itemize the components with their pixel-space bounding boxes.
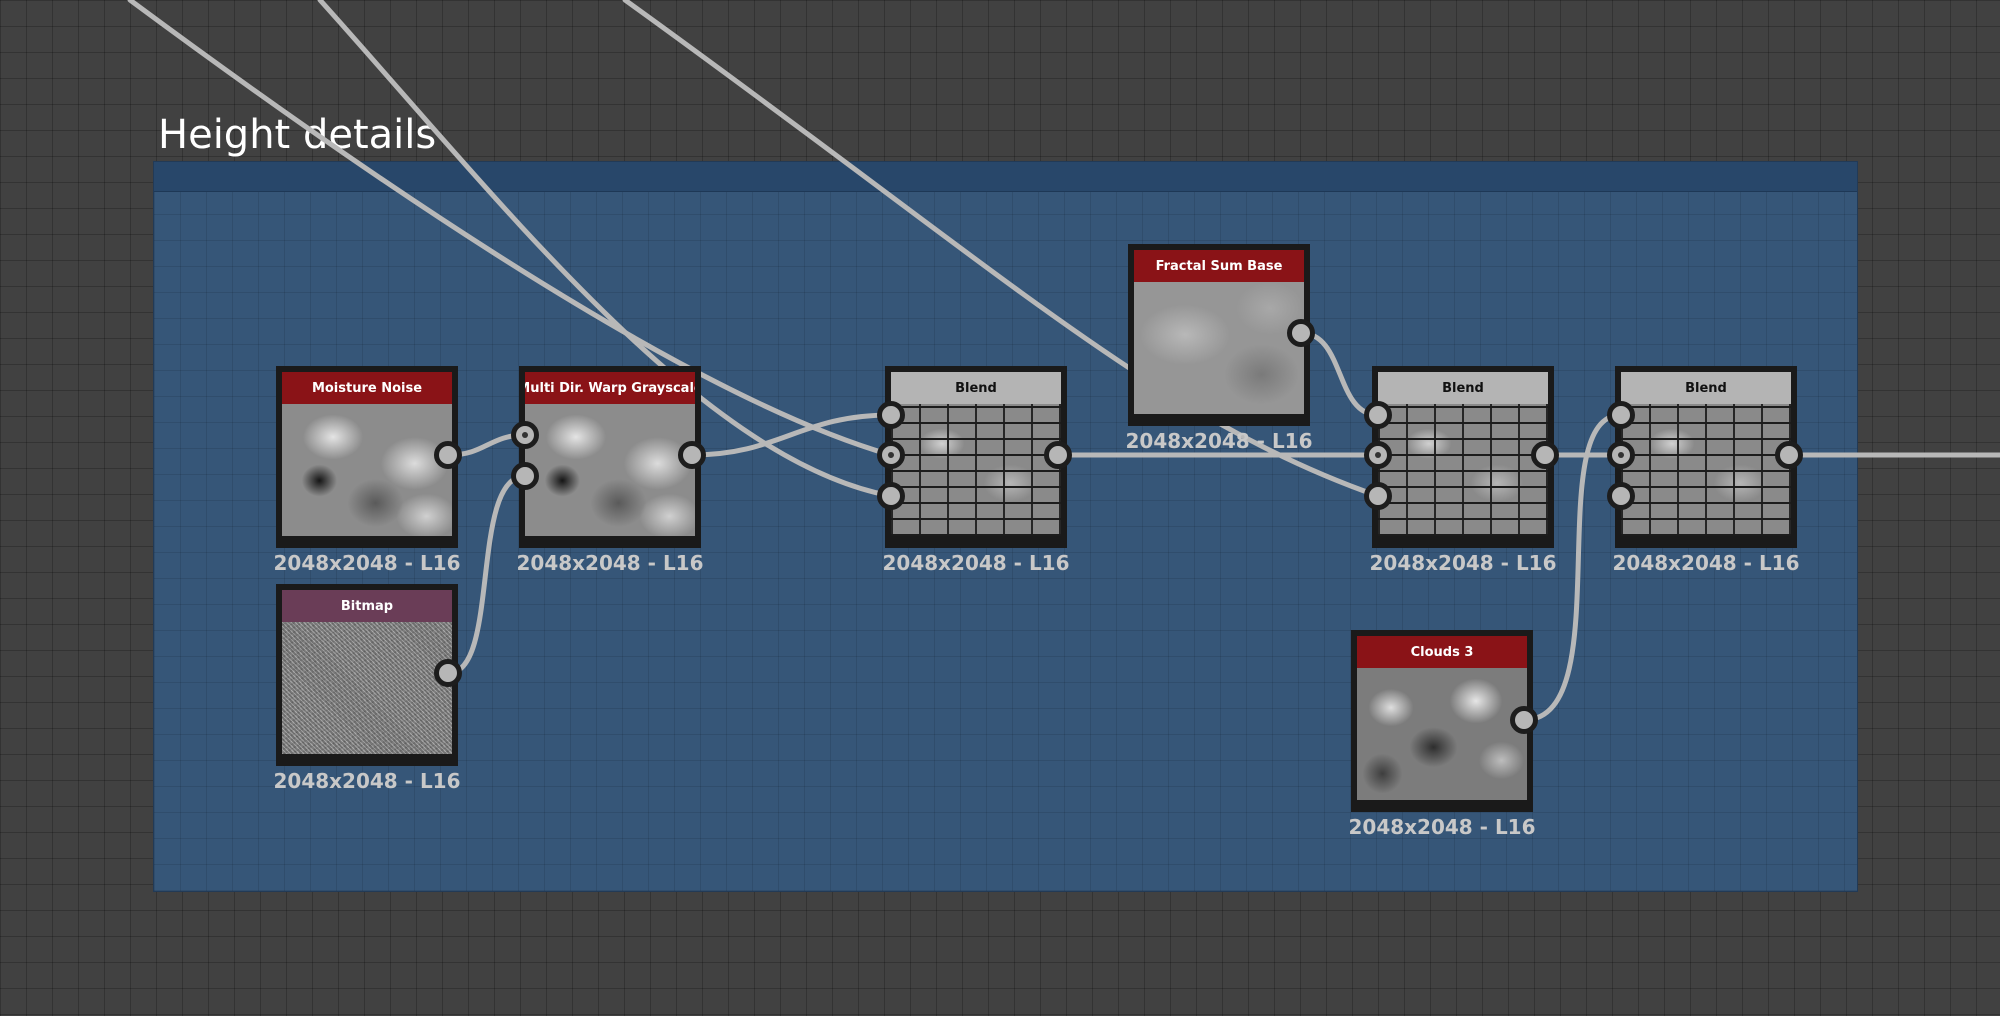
node-resolution: 2048x2048 - L16 xyxy=(1369,551,1557,575)
node-multi-dir-warp-grayscale[interactable]: Multi Dir. Warp Grayscale 2048x2048 - L1… xyxy=(511,366,706,575)
output-port[interactable] xyxy=(1510,706,1538,734)
node-blend-2[interactable]: Blend 2048x2048 - L16 xyxy=(1364,366,1559,575)
node-clouds-3[interactable]: Clouds 3 2048x2048 - L16 xyxy=(1348,630,1538,839)
node-thumbnail xyxy=(891,404,1061,536)
input-port-background[interactable] xyxy=(1364,441,1392,469)
node-blend-3[interactable]: Blend 2048x2048 - L16 xyxy=(1607,366,1803,575)
wire-external-1[interactable] xyxy=(127,0,894,458)
node-title: Clouds 3 xyxy=(1357,636,1527,668)
output-port[interactable] xyxy=(1775,441,1803,469)
node-blend-1[interactable]: Blend 2048x2048 - L16 xyxy=(877,366,1072,575)
node-thumbnail xyxy=(282,622,452,754)
output-port[interactable] xyxy=(678,441,706,469)
node-resolution: 2048x2048 - L16 xyxy=(273,769,461,793)
wire-fractal-to-blend2[interactable] xyxy=(1298,330,1381,418)
input-port-background[interactable] xyxy=(877,441,905,469)
node-title: Blend xyxy=(891,372,1061,404)
input-port-mask[interactable] xyxy=(877,482,905,510)
output-port[interactable] xyxy=(434,441,462,469)
output-port[interactable] xyxy=(1287,319,1315,347)
node-bitmap[interactable]: Bitmap 2048x2048 - L16 xyxy=(273,584,462,793)
node-thumbnail xyxy=(525,404,695,536)
node-moisture-noise[interactable]: Moisture Noise 2048x2048 - L16 xyxy=(273,366,462,575)
node-resolution: 2048x2048 - L16 xyxy=(1612,551,1800,575)
node-title: Blend xyxy=(1378,372,1548,404)
node-title: Fractal Sum Base xyxy=(1134,250,1304,282)
node-thumbnail xyxy=(1357,668,1527,800)
node-fractal-sum-base[interactable]: Fractal Sum Base 2048x2048 - L16 xyxy=(1125,244,1315,453)
node-title: Moisture Noise xyxy=(282,372,452,404)
input-port-background[interactable] xyxy=(1607,441,1635,469)
output-port[interactable] xyxy=(1044,441,1072,469)
input-port-mask[interactable] xyxy=(1364,482,1392,510)
output-port[interactable] xyxy=(1531,441,1559,469)
node-title: Blend xyxy=(1621,372,1791,404)
node-title: Multi Dir. Warp Grayscale xyxy=(525,372,695,404)
node-thumbnail xyxy=(282,404,452,536)
node-resolution: 2048x2048 - L16 xyxy=(516,551,704,575)
node-thumbnail xyxy=(1134,282,1304,414)
node-resolution: 2048x2048 - L16 xyxy=(882,551,1070,575)
node-resolution: 2048x2048 - L16 xyxy=(1125,429,1313,453)
output-port[interactable] xyxy=(434,659,462,687)
input-port-foreground[interactable] xyxy=(877,401,905,429)
input-port-1[interactable] xyxy=(511,421,539,449)
input-port-foreground[interactable] xyxy=(1607,401,1635,429)
wire-warp-to-blend1[interactable] xyxy=(689,412,894,458)
node-thumbnail xyxy=(1378,404,1548,536)
node-thumbnail xyxy=(1621,404,1791,536)
node-resolution: 2048x2048 - L16 xyxy=(273,551,461,575)
input-port-2[interactable] xyxy=(511,462,539,490)
node-title: Bitmap xyxy=(282,590,452,622)
node-resolution: 2048x2048 - L16 xyxy=(1348,815,1536,839)
input-port-foreground[interactable] xyxy=(1364,401,1392,429)
input-port-mask[interactable] xyxy=(1607,482,1635,510)
